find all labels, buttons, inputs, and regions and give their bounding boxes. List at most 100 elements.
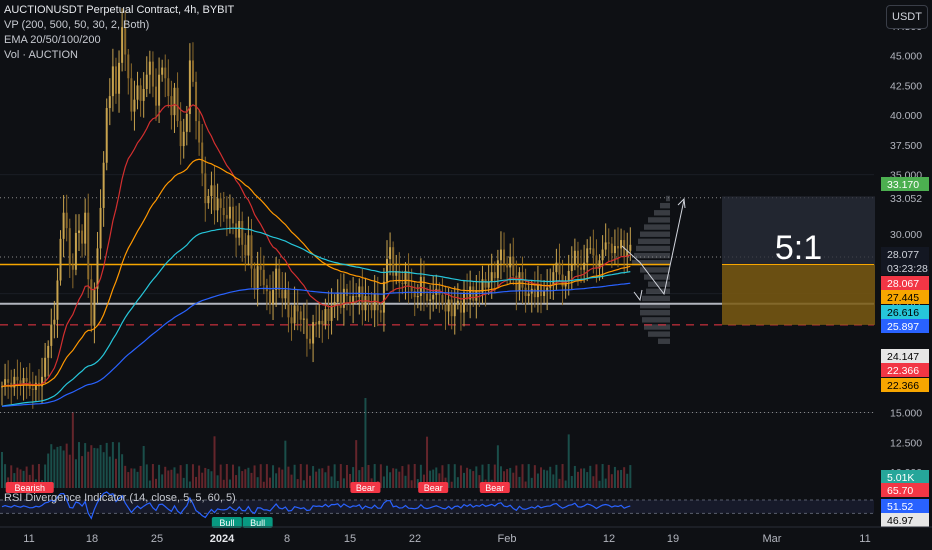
volume-bar (78, 442, 80, 488)
candle-body (151, 61, 154, 87)
candle-body (327, 309, 330, 321)
volume-bar (176, 473, 179, 488)
volume-bar (302, 480, 305, 488)
candle-body (509, 256, 512, 268)
volume-bar (549, 466, 552, 488)
volume-bar (207, 469, 210, 488)
candle-body (210, 185, 213, 197)
volume-bar (201, 472, 204, 488)
volume-bar (256, 477, 259, 488)
candle-body (228, 206, 231, 219)
candle-body (330, 305, 333, 321)
price-tick-label: 37.500 (890, 140, 922, 152)
candle-body (580, 267, 583, 270)
candle-body (74, 232, 77, 270)
volume-bar (453, 464, 456, 488)
candle-body (232, 206, 234, 224)
volume-profile-bar (648, 217, 670, 223)
candle-body (333, 301, 336, 306)
volume-bar (395, 468, 398, 488)
price-badge-label: 03:23:28 (887, 263, 928, 275)
candle-body (586, 248, 589, 263)
candle-body (589, 248, 592, 250)
candle-body (610, 243, 613, 254)
candle-body (44, 357, 47, 377)
volume-bar (536, 473, 539, 488)
volume-bar (450, 481, 453, 488)
volume-profile-bar (642, 295, 670, 302)
candle-body (90, 279, 93, 326)
volume-bar (456, 477, 459, 488)
volume-bar (219, 464, 222, 488)
candle-body (422, 276, 425, 294)
candle-body (50, 324, 53, 346)
volume-bar (342, 478, 345, 488)
volume-bar (90, 445, 93, 488)
volume-bar (290, 474, 293, 488)
chart-title: AUCTIONUSDT Perpetual Contract, 4h, BYBI… (4, 4, 235, 16)
volume-bar (108, 456, 111, 488)
candle-body (62, 212, 65, 239)
volume-bar (613, 466, 616, 488)
volume-bar (601, 464, 604, 488)
volume-bar (204, 467, 207, 488)
price-badge-label: 28.077 (887, 249, 919, 261)
candle-body (367, 295, 370, 304)
candle-body (293, 305, 296, 324)
time-tick-label: 12 (603, 533, 615, 545)
volume-bar (50, 444, 53, 488)
volume-bar (210, 471, 213, 488)
price-tick-label: 15.000 (890, 408, 922, 420)
candle-body (309, 338, 311, 344)
candle-body (185, 113, 188, 132)
volume-bar (463, 472, 465, 488)
volume-bar (136, 471, 139, 488)
candle-body (290, 317, 293, 324)
volume-bar (111, 442, 114, 488)
risk-reward-ratio: 5:1 (774, 228, 823, 267)
rsi-legend[interactable]: RSI Divergence Indicator (14, close, 5, … (4, 492, 236, 504)
volume-bar (167, 470, 170, 488)
candle-body (355, 295, 358, 298)
legend-volume[interactable]: Vol · AUCTION (4, 48, 234, 63)
volume-bar (56, 446, 59, 488)
candle-body (142, 88, 145, 101)
legend-ema[interactable]: EMA 20/50/100/200 (4, 33, 234, 48)
volume-bar (413, 464, 416, 488)
time-tick-label: 11 (23, 533, 34, 545)
volume-bar (576, 471, 579, 488)
legend-vp[interactable]: VP (200, 500, 50, 30, 2, Both) (4, 18, 234, 33)
currency-button[interactable]: USDT (886, 5, 928, 29)
candle-body (573, 250, 576, 266)
volume-bar (161, 474, 164, 488)
time-tick-label: 15 (344, 533, 356, 545)
volume-bar (324, 472, 327, 488)
candle-body (7, 379, 10, 383)
candle-body (484, 279, 487, 288)
volume-bar (195, 476, 198, 488)
volume-bar (382, 476, 385, 488)
volume-bar (595, 464, 598, 488)
volume-bar (496, 445, 499, 488)
volume-bar (93, 447, 96, 488)
candle-body (456, 300, 459, 305)
volume-bar (407, 464, 410, 488)
candle-body (272, 290, 275, 305)
candle-body (324, 309, 327, 325)
candle-body (607, 242, 610, 244)
volume-bar (127, 472, 130, 488)
time-tick-label: 18 (86, 533, 98, 545)
candle-body (552, 272, 555, 286)
volume-bar (583, 468, 586, 488)
candle-body (53, 319, 56, 325)
volume-bar (589, 465, 592, 488)
candle-body (31, 388, 34, 390)
volume-bar (225, 464, 228, 488)
arrow-head-down (633, 289, 643, 302)
volume-profile-bar (660, 202, 670, 209)
volume-bar (232, 464, 234, 488)
candle-body (499, 249, 502, 261)
volume-bar (617, 470, 619, 488)
volume-bar (244, 469, 247, 488)
volume-bar (191, 464, 194, 488)
